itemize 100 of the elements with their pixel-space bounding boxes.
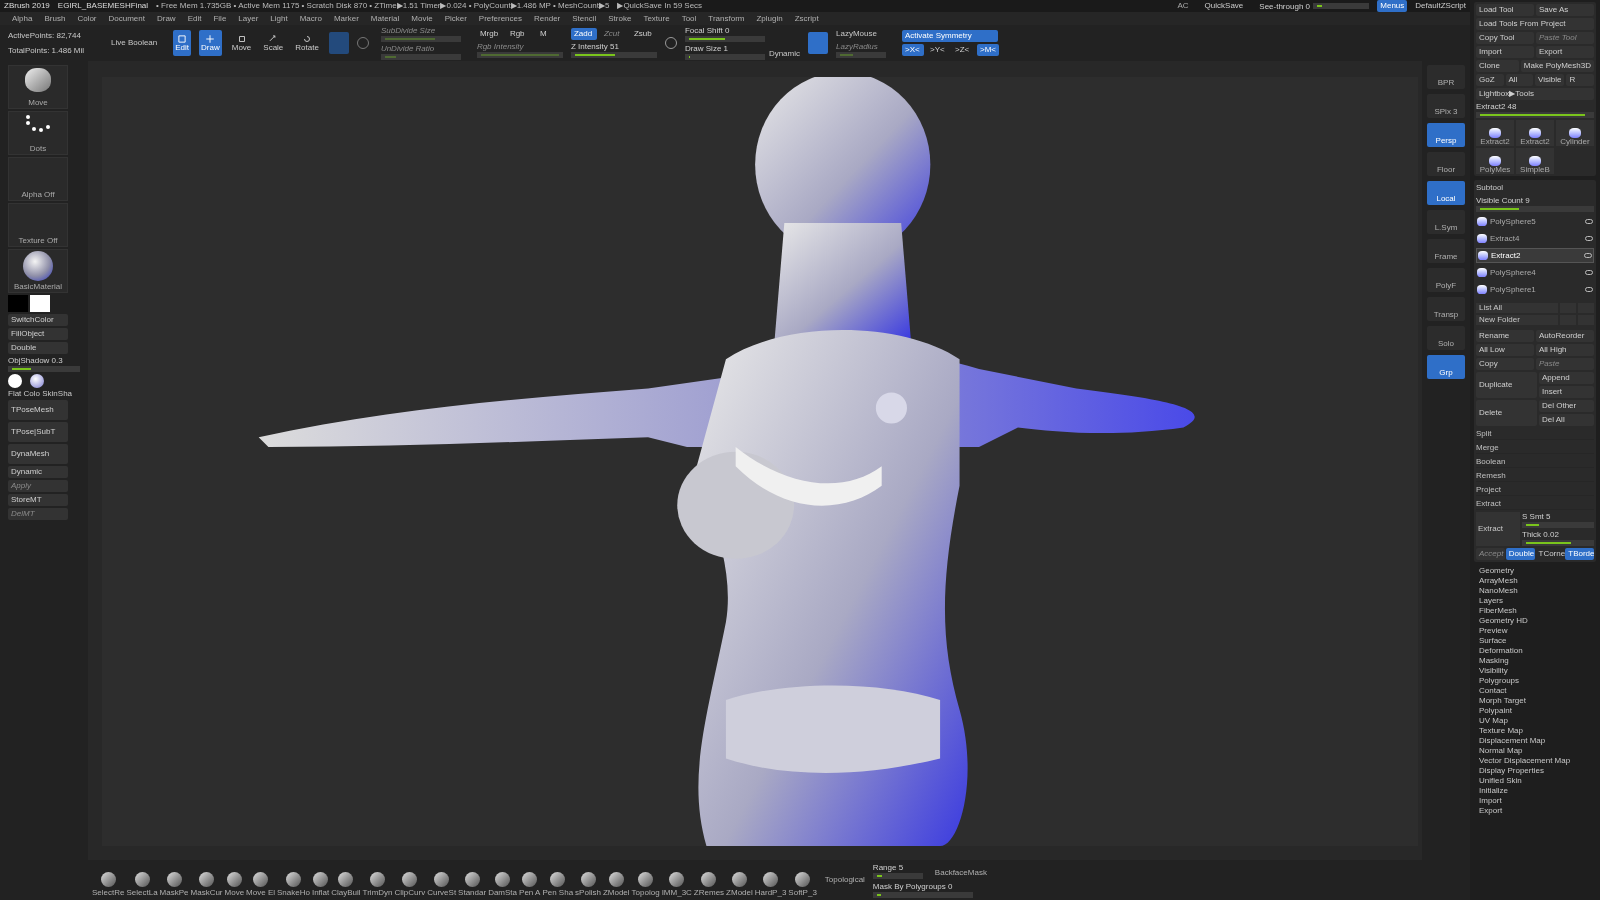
- tool-menu-item[interactable]: Deformation: [1479, 646, 1596, 655]
- tool-menu-item[interactable]: FiberMesh: [1479, 606, 1596, 615]
- menus-button[interactable]: Menus: [1377, 0, 1408, 12]
- color-mode-button[interactable]: M: [536, 28, 563, 40]
- subtool-section[interactable]: Project: [1476, 484, 1594, 496]
- tool-menu-item[interactable]: Geometry: [1479, 566, 1596, 575]
- subtool-button[interactable]: Insert: [1539, 386, 1594, 398]
- live-boolean-label[interactable]: Live Boolean: [111, 37, 158, 49]
- symmetry-button[interactable]: Activate Symmetry: [902, 30, 998, 42]
- brush-button[interactable]: Standar: [458, 872, 487, 897]
- tool-thumbnail[interactable]: PolyMes: [1476, 148, 1514, 174]
- tool-menu-item[interactable]: Geometry HD: [1479, 616, 1596, 625]
- menu-item[interactable]: Light: [270, 12, 288, 25]
- topological-label[interactable]: Topological: [824, 874, 865, 900]
- dock-button[interactable]: Frame: [1427, 239, 1465, 263]
- axis-button[interactable]: >M<: [977, 44, 999, 56]
- subdivide-slider[interactable]: [380, 54, 461, 60]
- smooth-slider[interactable]: [1522, 522, 1594, 528]
- mode-button[interactable]: Move: [229, 30, 254, 56]
- tool-button[interactable]: Import: [1476, 46, 1534, 58]
- brush-button[interactable]: Topolog: [631, 872, 660, 897]
- tool-button[interactable]: Copy Tool: [1476, 32, 1534, 44]
- eye-icon[interactable]: [1585, 270, 1593, 275]
- tool-menu-item[interactable]: Display Properties: [1479, 766, 1596, 775]
- brush-button[interactable]: CurveSt: [427, 872, 457, 897]
- tool-menu-item[interactable]: Unified Skin: [1479, 776, 1596, 785]
- extract-option-button[interactable]: TCorne: [1535, 548, 1565, 560]
- menu-item[interactable]: Tool: [681, 12, 697, 25]
- subtool-button[interactable]: AutoReorder: [1536, 330, 1594, 342]
- eye-icon[interactable]: [1584, 253, 1592, 258]
- tool-thumbnail[interactable]: SimpleB: [1516, 148, 1554, 174]
- tool-menu-item[interactable]: Initialize: [1479, 786, 1596, 795]
- tool-button[interactable]: Make PolyMesh3D: [1520, 60, 1594, 72]
- brush-button[interactable]: DamSta: [488, 872, 518, 897]
- shelf-tile[interactable]: BasicMaterial: [8, 249, 68, 293]
- z-mode-button[interactable]: Zsub: [630, 28, 657, 40]
- subtool-section[interactable]: Merge: [1476, 442, 1594, 454]
- brush-button[interactable]: ZModel: [602, 872, 630, 897]
- tool-button[interactable]: Lightbox▶Tools: [1476, 88, 1594, 100]
- tool-menu-item[interactable]: UV Map: [1479, 716, 1596, 725]
- brush-button[interactable]: ClayBuil: [331, 872, 361, 897]
- tool-menu-item[interactable]: Polypaint: [1479, 706, 1596, 715]
- subtool-button[interactable]: All High: [1536, 344, 1594, 356]
- axis-button[interactable]: >X<: [902, 44, 924, 56]
- brush-button[interactable]: Pen A: [519, 872, 541, 897]
- menu-item[interactable]: Brush: [44, 12, 66, 25]
- tool-thumbnail[interactable]: Cylinder: [1556, 120, 1594, 146]
- extract-option-button[interactable]: Double: [1505, 548, 1535, 560]
- brush-button[interactable]: sPolish: [575, 872, 601, 897]
- mode-button[interactable]: Draw: [199, 30, 222, 56]
- menu-item[interactable]: Document: [108, 12, 145, 25]
- brush-button[interactable]: HardP_3: [754, 872, 787, 897]
- see-through-slider[interactable]: [1313, 3, 1370, 9]
- shelf-button[interactable]: FillObject: [8, 328, 68, 340]
- dynamic-label[interactable]: Dynamic: [768, 48, 800, 60]
- tool-menu-item[interactable]: Preview: [1479, 626, 1596, 635]
- eye-icon[interactable]: [1585, 287, 1593, 292]
- subtool-section[interactable]: Remesh: [1476, 470, 1594, 482]
- tool-button[interactable]: Save As: [1536, 4, 1594, 16]
- color-mode-button[interactable]: Mrgb: [476, 28, 503, 40]
- obj-shadow-slider[interactable]: [8, 366, 80, 372]
- eye-icon[interactable]: [1585, 236, 1593, 241]
- tool-menu-item[interactable]: NanoMesh: [1479, 586, 1596, 595]
- tool-menu-item[interactable]: Polygroups: [1479, 676, 1596, 685]
- eye-icon[interactable]: [1585, 219, 1593, 224]
- shelf-tile[interactable]: Alpha Off: [8, 157, 68, 201]
- tool-menu-item[interactable]: Masking: [1479, 656, 1596, 665]
- tool-button[interactable]: All: [1505, 74, 1534, 86]
- tool-thumbnail[interactable]: Extract2: [1516, 120, 1554, 146]
- menu-item[interactable]: Macro: [299, 12, 322, 25]
- menu-item[interactable]: Edit: [187, 12, 202, 25]
- extract-option-button[interactable]: TBorde: [1565, 548, 1594, 560]
- shelf-tile[interactable]: Texture Off: [8, 203, 68, 247]
- backface-mask-label[interactable]: BackfaceMask: [934, 867, 987, 879]
- subtool-button[interactable]: Duplicate: [1476, 372, 1537, 398]
- menu-item[interactable]: Transform: [708, 12, 745, 25]
- z-intensity-slider[interactable]: [570, 52, 657, 58]
- menu-item[interactable]: Stencil: [572, 12, 597, 25]
- mode-button[interactable]: Rotate: [293, 30, 321, 56]
- mode-button[interactable]: Scale: [261, 30, 286, 56]
- shelf-tile[interactable]: Move: [8, 65, 68, 109]
- mode-button[interactable]: Edit: [173, 30, 192, 56]
- menu-item[interactable]: Render: [534, 12, 561, 25]
- draw-size-slider[interactable]: [684, 54, 765, 60]
- brush-button[interactable]: Inflat: [311, 872, 330, 897]
- tool-menu-item[interactable]: Displacement Map: [1479, 736, 1596, 745]
- shelf-button[interactable]: Dynamic: [8, 466, 68, 478]
- brush-button[interactable]: SelectLa: [126, 872, 158, 897]
- menu-item[interactable]: Movie: [411, 12, 433, 25]
- tool-button[interactable]: Load Tool: [1476, 4, 1534, 16]
- dock-button[interactable]: SPix 3: [1427, 94, 1465, 118]
- brush-button[interactable]: ClipCurv: [394, 872, 426, 897]
- menu-item[interactable]: Preferences: [478, 12, 522, 25]
- dock-button[interactable]: Transp: [1427, 297, 1465, 321]
- menu-item[interactable]: Zscript: [794, 12, 819, 25]
- subtool-section[interactable]: Extract: [1476, 498, 1594, 510]
- menu-item[interactable]: Draw: [156, 12, 176, 25]
- tool-thumbnail[interactable]: Extract2: [1476, 120, 1514, 146]
- dock-button[interactable]: BPR: [1427, 65, 1465, 89]
- menu-item[interactable]: Color: [77, 12, 97, 25]
